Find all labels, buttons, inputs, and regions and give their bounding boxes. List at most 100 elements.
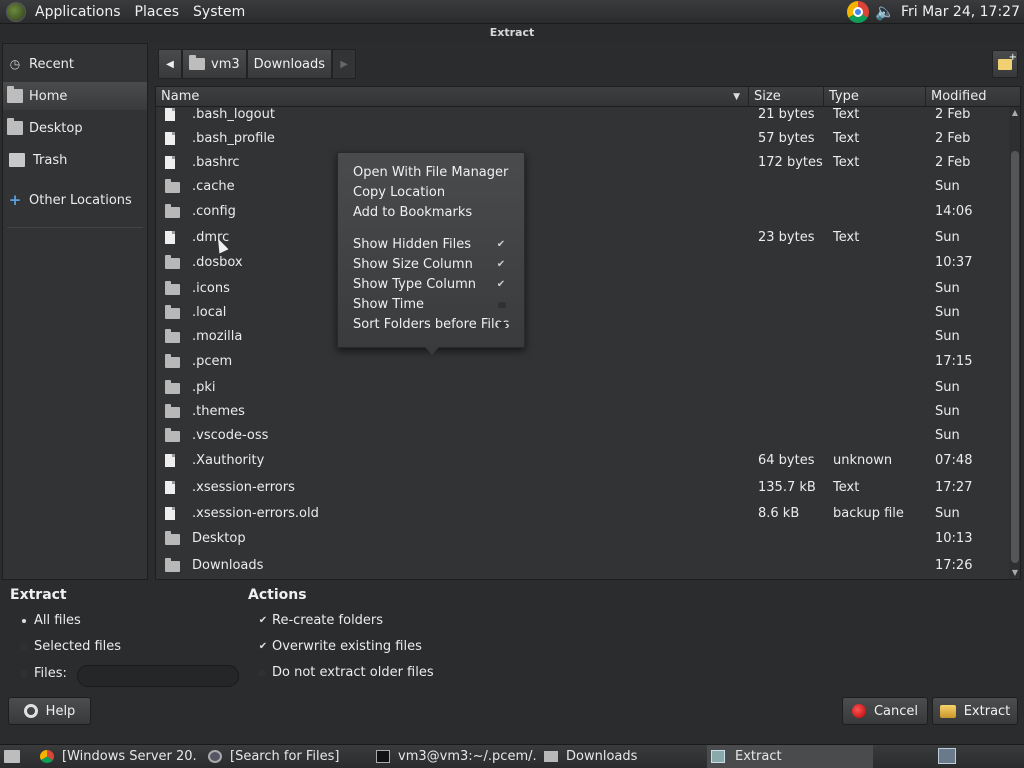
show-desktop-icon[interactable]	[4, 750, 20, 763]
radio-label: All files	[34, 613, 81, 628]
menu-item-show-size-column[interactable]: Show Size Column ✔	[353, 255, 519, 275]
workspace-switcher-icon[interactable]	[938, 748, 956, 764]
column-header-label: Name	[161, 89, 200, 104]
home-folder-icon	[189, 55, 205, 70]
extract-button[interactable]: Extract	[932, 697, 1018, 725]
menu-system[interactable]: System	[186, 0, 252, 24]
file-type: Text	[833, 131, 860, 146]
list-item[interactable]: Desktop 10:13	[156, 527, 1008, 551]
distro-logo-icon[interactable]	[6, 1, 26, 22]
list-item[interactable]: .vscode-oss Sun	[156, 424, 1008, 448]
menu-item-label: Add to Bookmarks	[353, 205, 473, 220]
list-item[interactable]: .mozilla Sun	[156, 325, 1008, 349]
sidebar-item-recent[interactable]: ◷ Recent	[3, 50, 147, 78]
create-folder-button[interactable]	[992, 50, 1018, 78]
menu-item-show-time[interactable]: Show Time	[353, 295, 519, 315]
file-type: Text	[833, 480, 860, 495]
list-item[interactable]: .dmrc 23 bytes Text Sun	[156, 226, 1008, 250]
menu-item-copy-location[interactable]: Copy Location	[353, 183, 519, 203]
list-item[interactable]: .Xauthority 64 bytes unknown 07:48	[156, 449, 1008, 473]
checkmark-icon: ✔	[496, 279, 506, 290]
radio-all-files[interactable]: All files	[10, 611, 81, 631]
speaker-icon[interactable]: 🔈	[875, 3, 895, 21]
checkbox-overwrite-existing[interactable]: ✔ Overwrite existing files	[248, 637, 422, 657]
path-back-button[interactable]: ◀	[158, 49, 182, 79]
desktop-folder-icon	[7, 118, 23, 135]
path-segment-vm3[interactable]: vm3	[182, 49, 247, 79]
scroll-up-icon[interactable]: ▲	[1009, 107, 1020, 119]
radio-selected-files[interactable]: Selected files	[10, 637, 121, 657]
task-search-for-files[interactable]: [Search for Files]	[204, 745, 368, 768]
list-item[interactable]: .bashrc 172 bytes Text 2 Feb	[156, 151, 1008, 175]
menu-item-open-with-file-manager[interactable]: Open With File Manager	[353, 163, 519, 183]
path-forward-button[interactable]: ▶	[332, 49, 357, 79]
sidebar-item-desktop[interactable]: Desktop	[3, 114, 147, 142]
task-terminal[interactable]: vm3@vm3:~/.pcem/...	[372, 745, 536, 768]
list-context-menu: Open With File Manager Copy Location Add…	[337, 152, 525, 355]
sidebar-item-trash[interactable]: Trash	[3, 146, 147, 174]
list-item[interactable]: .bash_logout 21 bytes Text 2 Feb	[156, 103, 1008, 127]
file-size: 64 bytes	[758, 453, 815, 468]
task-downloads[interactable]: Downloads	[540, 745, 704, 768]
list-item[interactable]: .xsession-errors.old 8.6 kB backup file Sun	[156, 502, 1008, 526]
plus-icon: +	[8, 191, 22, 209]
unchecked-box-icon	[498, 322, 506, 328]
scroll-down-icon[interactable]: ▼	[1009, 567, 1020, 579]
list-item[interactable]: .local Sun	[156, 301, 1008, 325]
extract-archive-icon	[939, 704, 956, 718]
menu-item-sort-folders-before-files[interactable]: Sort Folders before Files	[353, 315, 519, 335]
list-item[interactable]: .icons Sun	[156, 277, 1008, 301]
file-modified: 2 Feb	[935, 107, 971, 122]
radio-label: Selected files	[34, 639, 122, 654]
column-header-label: Size	[754, 89, 781, 104]
folder-icon	[165, 305, 180, 319]
file-icon	[165, 507, 175, 520]
scrollbar-thumb[interactable]	[1011, 151, 1019, 563]
menu-item-label: Show Size Column	[353, 257, 473, 272]
list-item[interactable]: .cache Sun	[156, 175, 1008, 199]
menu-item-add-to-bookmarks[interactable]: Add to Bookmarks	[353, 203, 519, 223]
list-item[interactable]: Downloads 17:26	[156, 554, 1008, 578]
radio-unselected-icon	[20, 670, 28, 678]
sidebar-item-label: Desktop	[29, 120, 83, 136]
checkbox-label: Overwrite existing files	[272, 639, 422, 654]
path-segment-downloads[interactable]: Downloads	[246, 49, 333, 79]
file-type: Text	[833, 107, 860, 122]
list-item[interactable]: .pcem 17:15	[156, 350, 1008, 374]
radio-label: Files:	[34, 666, 67, 681]
sidebar-item-home[interactable]: Home	[3, 82, 147, 110]
path-bar: ◀ vm3 Downloads ▶	[158, 49, 357, 79]
cancel-button[interactable]: Cancel	[842, 697, 928, 725]
menu-item-label: Open With File Manager	[353, 165, 509, 180]
checkbox-do-not-extract-older[interactable]: Do not extract older files	[248, 663, 434, 683]
chrome-icon[interactable]	[846, 1, 869, 23]
menu-item-show-type-column[interactable]: Show Type Column ✔	[353, 275, 519, 295]
vertical-scrollbar[interactable]: ▲ ▼	[1009, 107, 1020, 579]
list-item[interactable]: .pki Sun	[156, 376, 1008, 400]
list-item[interactable]: .bash_profile 57 bytes Text 2 Feb	[156, 127, 1008, 151]
checkbox-recreate-folders[interactable]: ✔ Re-create folders	[248, 611, 383, 631]
task-windows-server[interactable]: [Windows Server 20...	[36, 745, 196, 768]
help-button[interactable]: Help	[8, 697, 91, 725]
files-pattern-input[interactable]	[77, 665, 239, 687]
file-name: Desktop	[192, 531, 246, 546]
button-label: Extract	[963, 703, 1011, 719]
sidebar-item-label: Recent	[29, 56, 74, 72]
file-type: Text	[833, 155, 860, 170]
menu-item-label: Sort Folders before Files	[353, 317, 510, 332]
list-item[interactable]: .dosbox 10:37	[156, 251, 1008, 275]
list-item[interactable]: .themes Sun	[156, 400, 1008, 424]
file-name: .bash_logout	[192, 107, 275, 122]
menu-applications[interactable]: Applications	[28, 0, 128, 24]
sidebar-item-other-locations[interactable]: + Other Locations	[3, 186, 147, 214]
radio-files[interactable]: Files:	[10, 664, 67, 684]
menu-item-show-hidden-files[interactable]: Show Hidden Files ✔	[353, 235, 519, 255]
menu-places[interactable]: Places	[128, 0, 187, 24]
list-item[interactable]: .xsession-errors 135.7 kB Text 17:27	[156, 476, 1008, 500]
task-extract[interactable]: Extract	[707, 745, 873, 768]
clock[interactable]: Fri Mar 24, 17:27	[901, 4, 1020, 20]
search-icon	[208, 750, 222, 763]
list-item[interactable]: .config 14:06	[156, 200, 1008, 224]
file-list[interactable]: Name ▼ Size Type Modified .bash_logout 21…	[155, 86, 1021, 580]
file-type: unknown	[833, 453, 893, 468]
